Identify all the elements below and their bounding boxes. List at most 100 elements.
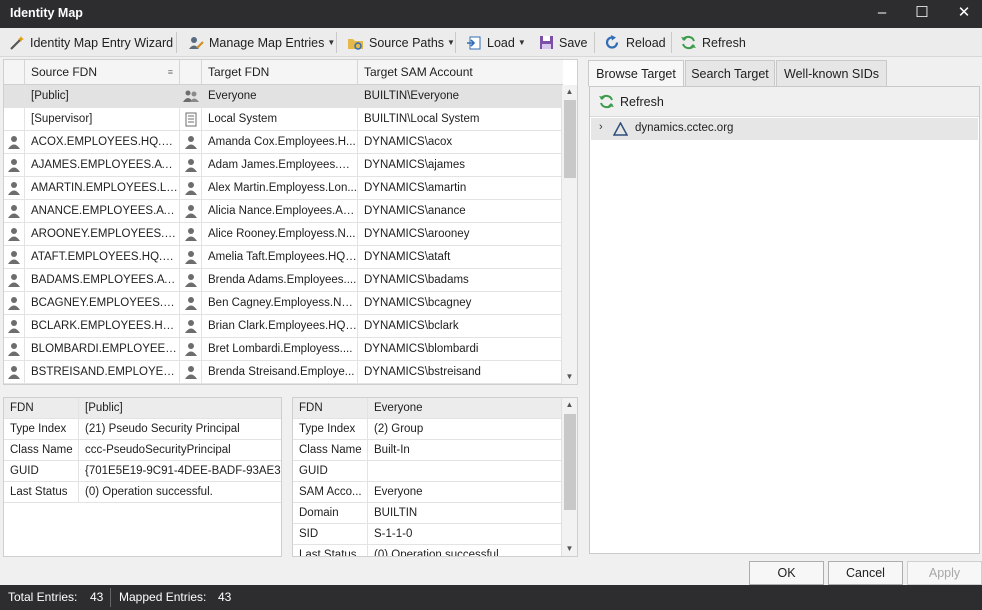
target-sam-cell: DYNAMICS\bcagney	[364, 297, 472, 309]
source-user-icon	[4, 223, 25, 245]
refresh-icon	[681, 35, 696, 50]
target-sam-cell: BUILTIN\Everyone	[364, 90, 460, 102]
scroll-up-icon[interactable]: ▲	[562, 85, 577, 99]
manage-map-entries-button[interactable]: Manage Map Entries ▼	[184, 31, 339, 54]
scroll-thumb[interactable]	[564, 414, 576, 510]
target-user-icon	[180, 338, 202, 360]
table-row[interactable]: ANANCE.EMPLOYEES.ATLA... Alicia Nance.Emp…	[4, 200, 563, 223]
source-user-icon	[4, 269, 25, 291]
property-value: (0) Operation successful	[374, 549, 499, 557]
reload-button[interactable]: Reload	[600, 31, 670, 54]
table-row[interactable]: AROONEY.EMPLOYEES.NYC... Alice Rooney.Emp…	[4, 223, 563, 246]
source-fdn-cell: AROONEY.EMPLOYEES.NYC...	[25, 223, 180, 245]
source-paths-label: Source Paths	[369, 35, 445, 50]
refresh-label: Refresh	[702, 35, 746, 50]
target-fdn-cell: Bret Lombardi.Employess....	[202, 338, 358, 360]
target-fdn-cell: Brenda Adams.Employees....	[202, 269, 358, 291]
status-bar: Total Entries: 43 Mapped Entries: 43	[0, 585, 982, 610]
property-key: Class Name	[293, 440, 368, 461]
table-row[interactable]: AMARTIN.EMPLOYEES.LON... Alex Martin.Empl…	[4, 177, 563, 200]
property-row: Type Index (2) Group	[293, 419, 561, 440]
save-button[interactable]: Save	[535, 31, 592, 54]
property-row: Type Index (21) Pseudo Security Principal	[4, 419, 281, 440]
column-target-fdn[interactable]: Target FDN	[202, 60, 358, 85]
source-paths-button[interactable]: Source Paths ▼	[343, 31, 459, 54]
filter-icon: ≡	[167, 67, 173, 77]
property-key: SID	[293, 524, 368, 545]
source-fdn-cell: ANANCE.EMPLOYEES.ATLA...	[25, 200, 180, 222]
expand-chevron-icon[interactable]: ›	[599, 121, 603, 133]
table-row[interactable]: BLOMBARDI.EMPLOYEES.N... Bret Lombardi.Em…	[4, 338, 563, 361]
tree-refresh-button[interactable]: Refresh	[594, 90, 668, 113]
refresh-button[interactable]: Refresh	[676, 31, 750, 54]
scroll-thumb[interactable]	[564, 100, 576, 178]
grid-scrollbar[interactable]: ▲ ▼	[561, 85, 577, 384]
identity-map-entry-wizard-button[interactable]: Identity Map Entry Wizard	[5, 31, 177, 54]
source-fdn-cell: ACOX.EMPLOYEES.HQ.CORP	[25, 131, 180, 153]
target-properties-scrollbar[interactable]: ▲ ▼	[561, 398, 577, 556]
property-row: Class Name ccc-PseudoSecurityPrincipal	[4, 440, 281, 461]
tab-search-target[interactable]: Search Target	[685, 60, 775, 87]
column-target-sam[interactable]: Target SAM Account	[358, 60, 563, 85]
property-value: (2) Group	[374, 423, 424, 435]
tree-node-label: dynamics.cctec.org	[635, 122, 734, 134]
table-row[interactable]: AJAMES.EMPLOYEES.ATLA... Adam James.Emplo…	[4, 154, 563, 177]
scroll-down-icon[interactable]: ▼	[562, 370, 577, 384]
load-icon	[467, 36, 481, 49]
table-row[interactable]: BCLARK.EMPLOYEES.HQ.C... Brian Clark.Empl…	[4, 315, 563, 338]
scroll-up-icon[interactable]: ▲	[562, 398, 577, 412]
property-key: Type Index	[293, 419, 368, 440]
load-button[interactable]: Load ▼	[462, 31, 530, 54]
target-fdn-cell: Local System	[202, 108, 358, 130]
table-row[interactable]: ACOX.EMPLOYEES.HQ.CORP Amanda Cox.Employe…	[4, 131, 563, 154]
property-key: Class Name	[4, 440, 79, 461]
target-user-icon	[180, 269, 202, 291]
apply-button[interactable]: Apply	[907, 561, 982, 585]
property-value: S-1-1-0	[374, 528, 413, 540]
property-value: [Public]	[85, 402, 123, 414]
property-row: SAM Acco... Everyone	[293, 482, 561, 503]
reload-label: Reload	[626, 35, 666, 50]
target-user-icon	[180, 177, 202, 199]
table-row[interactable]: BSTREISAND.EMPLOYEES.N... Brenda Streisan…	[4, 361, 563, 384]
mapped-entries-value: 43	[218, 590, 232, 604]
cancel-button[interactable]: Cancel	[828, 561, 903, 585]
target-user-icon	[180, 315, 202, 337]
close-button[interactable]: ✕	[942, 0, 982, 28]
table-row[interactable]: BCAGNEY.EMPLOYEES.NYC... Ben Cagney.Emplo…	[4, 292, 563, 315]
tab-well-known-sids[interactable]: Well-known SIDs	[776, 60, 887, 87]
table-row[interactable]: [Supervisor] Local System BUILTIN\Local Sy…	[4, 108, 563, 131]
target-fdn-cell: Everyone	[202, 85, 358, 107]
source-user-icon	[4, 361, 25, 383]
folder-icon	[348, 38, 363, 50]
scroll-down-icon[interactable]: ▼	[562, 542, 577, 556]
tree-node-domain[interactable]: › dynamics.cctec.org	[591, 118, 978, 140]
table-row[interactable]: [Public] Everyone BUILTIN\Everyone	[4, 85, 563, 108]
property-row: FDN Everyone	[293, 398, 561, 419]
manage-label: Manage Map Entries	[209, 35, 325, 50]
target-fdn-cell: Alicia Nance.Employees.Atl...	[202, 200, 358, 222]
mapped-entries-label: Mapped Entries:	[119, 590, 207, 604]
target-fdn-cell: Brian Clark.Employees.HQ....	[202, 315, 358, 337]
column-target-fdn-label: Target FDN	[208, 65, 270, 79]
tree-refresh-label: Refresh	[620, 94, 664, 109]
table-row[interactable]: ATAFT.EMPLOYEES.HQ.CORP Amelia Taft.Emplo…	[4, 246, 563, 269]
property-row: GUID {701E5E19-9C91-4DEE-BADF-93AE3...	[4, 461, 281, 482]
ok-button[interactable]: OK	[749, 561, 824, 585]
source-fdn-cell: BSTREISAND.EMPLOYEES.N...	[25, 361, 180, 383]
source-user-icon	[4, 246, 25, 268]
property-row: Class Name Built-In	[293, 440, 561, 461]
target-group-icon	[180, 85, 202, 107]
minimize-button[interactable]: –	[860, 0, 904, 28]
source-fdn-cell: [Public]	[25, 85, 180, 107]
target-fdn-cell: Ben Cagney.Employess.NY...	[202, 292, 358, 314]
maximize-button[interactable]: ☐	[900, 0, 944, 28]
source-properties-panel: FDN [Public] Type Index (21) Pseudo Securit…	[3, 397, 282, 557]
tab-browse-target[interactable]: Browse Target	[588, 60, 684, 87]
target-sam-cell: DYNAMICS\anance	[364, 205, 466, 217]
table-row[interactable]: BADAMS.EMPLOYEES.ATLA... Brenda Adams.Emp…	[4, 269, 563, 292]
load-label: Load	[487, 35, 515, 50]
column-source-fdn[interactable]: Source FDN ≡	[25, 60, 180, 85]
property-row: Last Status (0) Operation successful.	[4, 482, 281, 503]
row-icon-empty	[4, 108, 25, 130]
